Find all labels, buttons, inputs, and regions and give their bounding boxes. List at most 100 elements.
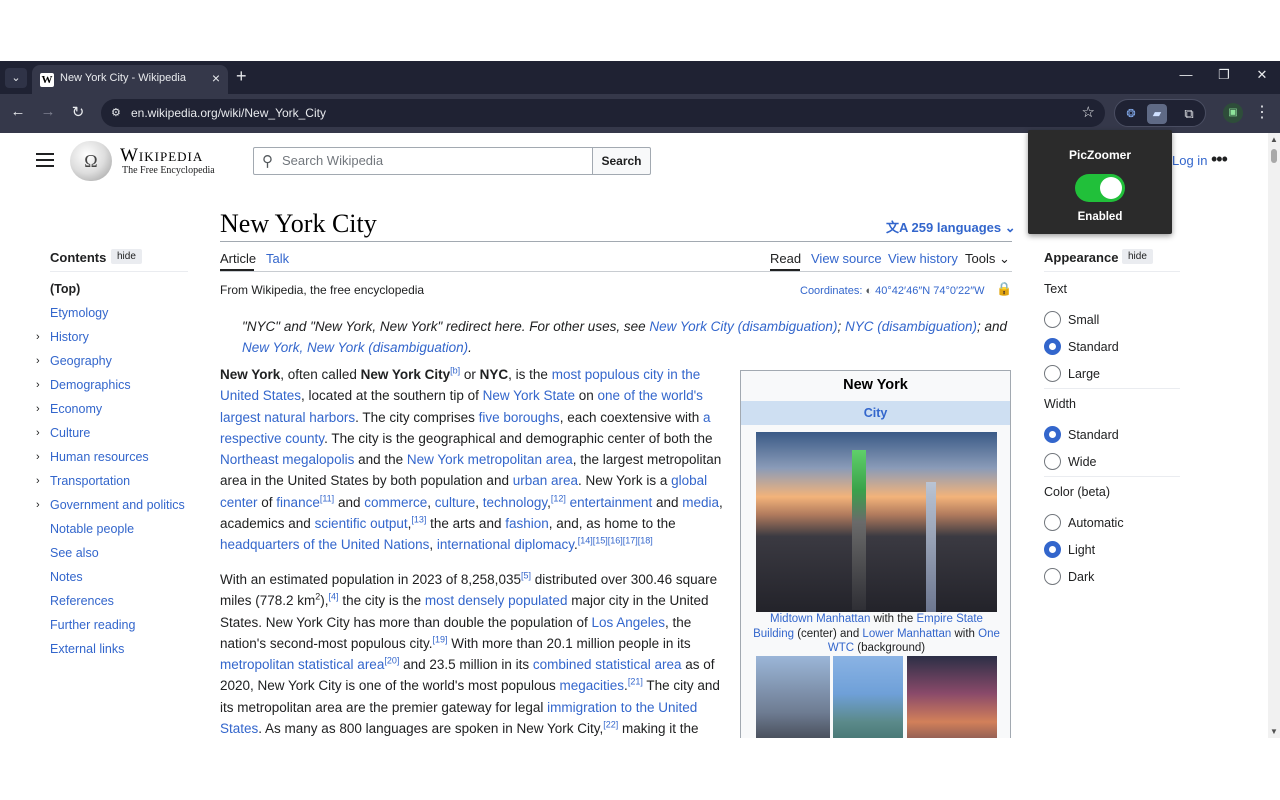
radio-button[interactable] bbox=[1044, 338, 1061, 355]
hatnote-link[interactable]: NYC (disambiguation) bbox=[845, 319, 977, 334]
chevron-right-icon[interactable]: › bbox=[36, 329, 40, 345]
infobox-subtitle[interactable]: City bbox=[741, 401, 1010, 425]
chevron-right-icon[interactable]: › bbox=[36, 401, 40, 417]
tab-view-source[interactable]: View source bbox=[811, 251, 882, 266]
toc-item[interactable]: › History bbox=[36, 329, 196, 353]
extension-icon[interactable]: ❂ bbox=[1121, 104, 1141, 124]
statue-of-liberty-image[interactable] bbox=[833, 656, 903, 738]
close-icon[interactable]: × bbox=[212, 70, 220, 86]
tab-tools[interactable]: Tools ⌄ bbox=[965, 251, 1010, 267]
article-link[interactable]: Los Angeles bbox=[591, 615, 665, 630]
puzzle-icon[interactable]: ⧉ bbox=[1179, 104, 1199, 124]
caption-link[interactable]: Lower Manhattan bbox=[862, 628, 951, 640]
profile-icon[interactable]: ▣ bbox=[1223, 103, 1243, 123]
toc-item[interactable]: Notable people bbox=[36, 521, 196, 545]
address-bar[interactable]: ⚙ en.wikipedia.org/wiki/New_York_City ☆ bbox=[101, 99, 1105, 127]
close-window-button[interactable]: ✕ bbox=[1247, 67, 1277, 83]
toc-item[interactable]: › Government and politics bbox=[36, 497, 196, 521]
toc-item[interactable]: Notes bbox=[36, 569, 196, 593]
scroll-down-icon[interactable]: ▼ bbox=[1270, 727, 1278, 736]
chevron-right-icon[interactable]: › bbox=[36, 473, 40, 489]
article-link[interactable]: entertainment bbox=[570, 495, 653, 510]
radio-button[interactable] bbox=[1044, 426, 1061, 443]
article-link[interactable]: New York metropolitan area bbox=[407, 452, 573, 467]
tab-search-button[interactable]: ⌄ bbox=[5, 68, 27, 88]
article-link[interactable]: technology bbox=[483, 495, 547, 510]
times-square-image[interactable] bbox=[907, 656, 997, 738]
search-input[interactable] bbox=[282, 153, 582, 168]
article-link[interactable]: headquarters of the United Nations bbox=[220, 537, 429, 552]
article-link[interactable]: New York State bbox=[483, 388, 575, 403]
radio-button[interactable] bbox=[1044, 541, 1061, 558]
url-text[interactable]: en.wikipedia.org/wiki/New_York_City bbox=[131, 106, 326, 120]
coordinates-value[interactable]: 40°42′46″N 74°0′22″W bbox=[875, 285, 984, 297]
forward-button[interactable]: → bbox=[37, 103, 59, 120]
radio-button[interactable] bbox=[1044, 514, 1061, 531]
menu-icon[interactable]: ⋮ bbox=[1254, 102, 1270, 122]
toc-item[interactable]: Further reading bbox=[36, 617, 196, 641]
piczoomer-extension-icon[interactable]: ▰ bbox=[1147, 104, 1167, 124]
toc-item[interactable]: › Economy bbox=[36, 401, 196, 425]
maximize-button[interactable]: ❐ bbox=[1209, 67, 1239, 83]
article-link[interactable]: combined statistical area bbox=[533, 657, 682, 672]
toc-item[interactable]: › Geography bbox=[36, 353, 196, 377]
article-link[interactable]: finance bbox=[276, 495, 320, 510]
search-box[interactable]: ⚲ bbox=[253, 147, 593, 175]
un-headquarters-image[interactable] bbox=[756, 656, 830, 738]
article-link[interactable]: Northeast megalopolis bbox=[220, 452, 354, 467]
toc-item[interactable]: › Culture bbox=[36, 425, 196, 449]
chevron-right-icon[interactable]: › bbox=[36, 449, 40, 465]
toc-item[interactable]: References bbox=[36, 593, 196, 617]
skyline-image[interactable] bbox=[756, 432, 997, 612]
tab-talk[interactable]: Talk bbox=[266, 251, 289, 266]
minimize-button[interactable]: — bbox=[1171, 67, 1201, 82]
scrollbar-thumb[interactable] bbox=[1271, 149, 1277, 163]
enable-toggle[interactable] bbox=[1075, 174, 1125, 202]
more-options-icon[interactable]: ••• bbox=[1211, 149, 1228, 170]
scroll-up-icon[interactable]: ▲ bbox=[1270, 135, 1278, 144]
login-link[interactable]: Log in bbox=[1172, 153, 1207, 168]
wikipedia-globe-logo[interactable]: Ω bbox=[70, 141, 112, 181]
hatnote-link[interactable]: New York, New York (disambiguation) bbox=[242, 340, 468, 355]
article-link[interactable]: megacities bbox=[560, 678, 625, 693]
toc-item[interactable]: Etymology bbox=[36, 305, 196, 329]
toc-item[interactable]: › Transportation bbox=[36, 473, 196, 497]
toc-item[interactable]: › Demographics bbox=[36, 377, 196, 401]
site-info-icon[interactable]: ⚙ bbox=[111, 106, 125, 120]
search-button[interactable]: Search bbox=[592, 147, 651, 175]
language-button[interactable]: 文A 259 languages ⌄ bbox=[886, 217, 1016, 236]
toc-item[interactable]: External links bbox=[36, 641, 196, 665]
appearance-hide-button[interactable]: hide bbox=[1122, 249, 1153, 264]
caption-link[interactable]: Midtown Manhattan bbox=[770, 613, 870, 625]
star-icon[interactable]: ☆ bbox=[1082, 103, 1095, 121]
toc-hide-button[interactable]: hide bbox=[111, 249, 142, 264]
article-link[interactable]: culture bbox=[435, 495, 476, 510]
toc-item[interactable]: See also bbox=[36, 545, 196, 569]
toc-item[interactable]: › Human resources bbox=[36, 449, 196, 473]
chevron-right-icon[interactable]: › bbox=[36, 425, 40, 441]
tab-new-york-city[interactable]: W New York City - Wikipedia × bbox=[32, 65, 228, 94]
reload-button[interactable]: ↻ bbox=[67, 103, 89, 121]
article-link[interactable]: metropolitan statistical area bbox=[220, 657, 384, 672]
page-scrollbar[interactable]: ▲ ▼ bbox=[1268, 133, 1280, 738]
new-tab-button[interactable]: + bbox=[236, 66, 247, 87]
radio-button[interactable] bbox=[1044, 311, 1061, 328]
tab-read[interactable]: Read bbox=[770, 251, 801, 266]
radio-button[interactable] bbox=[1044, 365, 1061, 382]
radio-button[interactable] bbox=[1044, 568, 1061, 585]
article-link[interactable]: international diplomacy bbox=[437, 537, 574, 552]
article-link[interactable]: five boroughs bbox=[479, 410, 560, 425]
chevron-right-icon[interactable]: › bbox=[36, 353, 40, 369]
article-link[interactable]: scientific output bbox=[315, 516, 408, 531]
article-link[interactable]: fashion bbox=[505, 516, 549, 531]
radio-button[interactable] bbox=[1044, 453, 1061, 470]
chevron-right-icon[interactable]: › bbox=[36, 377, 40, 393]
toc-item[interactable]: (Top) bbox=[36, 281, 196, 305]
chevron-right-icon[interactable]: › bbox=[36, 497, 40, 513]
article-link[interactable]: most densely populated bbox=[425, 593, 568, 608]
hatnote-link[interactable]: New York City (disambiguation) bbox=[649, 319, 837, 334]
tab-view-history[interactable]: View history bbox=[888, 251, 958, 266]
wikipedia-wordmark[interactable]: Wikipedia bbox=[120, 145, 203, 167]
main-menu-icon[interactable] bbox=[36, 153, 54, 169]
article-link[interactable]: urban area bbox=[513, 473, 578, 488]
